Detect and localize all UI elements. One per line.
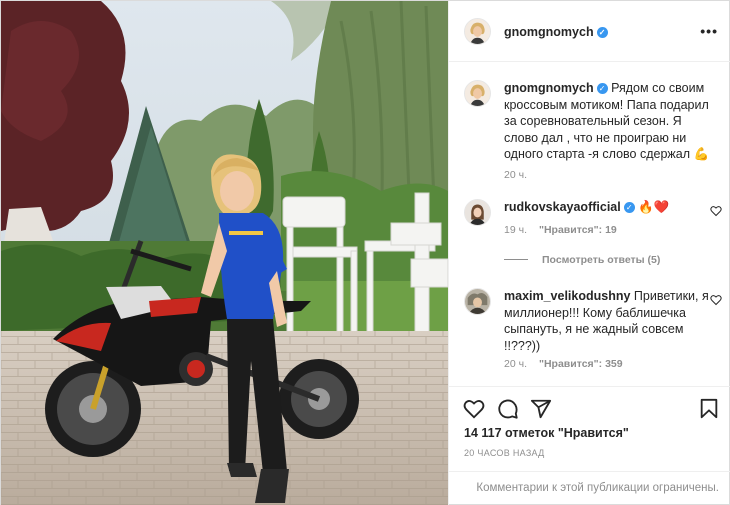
boy-with-motorbike-photo (1, 1, 448, 505)
comment-likes[interactable]: "Нравится": 19 (539, 224, 617, 236)
share-icon[interactable] (530, 398, 552, 420)
avatar[interactable] (464, 288, 491, 315)
bookmark-icon[interactable] (698, 398, 720, 420)
post-actions: 14 117 отметок "Нравится" 20 ЧАСОВ НАЗАД… (449, 386, 730, 505)
like-comment-heart-icon[interactable] (710, 205, 722, 217)
caption-time: 20 ч. (504, 169, 527, 181)
verified-badge-icon: ✓ (623, 202, 635, 213)
comment-username[interactable]: rudkovskayaofficial (504, 200, 621, 214)
heart-icon[interactable] (463, 398, 485, 420)
verified-badge-icon: ✓ (596, 83, 608, 94)
avatar[interactable] (464, 18, 491, 45)
caption-username[interactable]: gnomgnomych (504, 81, 594, 95)
avatar[interactable] (464, 199, 491, 226)
comment-text: maxim_velikodushny Приветики, я миллионе… (504, 289, 709, 353)
comment-text: rudkovskayaofficial ✓ 🔥❤️ (504, 200, 670, 214)
comment-likes[interactable]: "Нравится": 359 (539, 358, 623, 370)
comment-icon[interactable] (497, 398, 519, 420)
comment-meta: 19 ч. "Нравится": 19 (504, 224, 617, 236)
comment-meta: 20 ч. "Нравится": 359 (504, 358, 623, 370)
flexed-biceps-emoji: 💪 (693, 147, 710, 161)
replies-divider (504, 259, 528, 260)
header-username[interactable]: gnomgnomych ✓ (504, 25, 608, 39)
comment-item: maxim_velikodushny Приветики, я миллионе… (464, 288, 722, 372)
comment-item: rudkovskayaofficial ✓ 🔥❤️ 19 ч. "Нравится"… (464, 199, 722, 239)
post-photo[interactable] (1, 1, 448, 505)
caption-text: gnomgnomych ✓ Рядом со своим кроссовым мо… (504, 81, 710, 161)
caption: gnomgnomych ✓ Рядом со своим кроссовым мо… (464, 80, 722, 181)
likes-count[interactable]: 14 117 отметок "Нравится" (464, 426, 629, 440)
avatar[interactable] (464, 80, 491, 107)
instagram-post: gnomgnomych ✓ ••• gnomgnomych ✓ Рядом со с… (0, 0, 730, 505)
post-header: gnomgnomych ✓ ••• (449, 1, 730, 62)
post-side-panel: gnomgnomych ✓ ••• gnomgnomych ✓ Рядом со с… (448, 1, 730, 505)
like-comment-heart-icon[interactable] (710, 294, 722, 306)
comment-username[interactable]: maxim_velikodushny (504, 289, 630, 303)
comments-restricted-notice: Комментарии к этой публикации ограничены… (449, 471, 730, 505)
comments-section: gnomgnomych ✓ Рядом со своим кроссовым мо… (449, 62, 730, 386)
post-timestamp: 20 ЧАСОВ НАЗАД (464, 448, 545, 458)
more-options-icon[interactable]: ••• (700, 23, 718, 39)
verified-badge-icon: ✓ (596, 27, 608, 38)
view-replies-button[interactable]: Посмотреть ответы (5) (504, 254, 660, 266)
